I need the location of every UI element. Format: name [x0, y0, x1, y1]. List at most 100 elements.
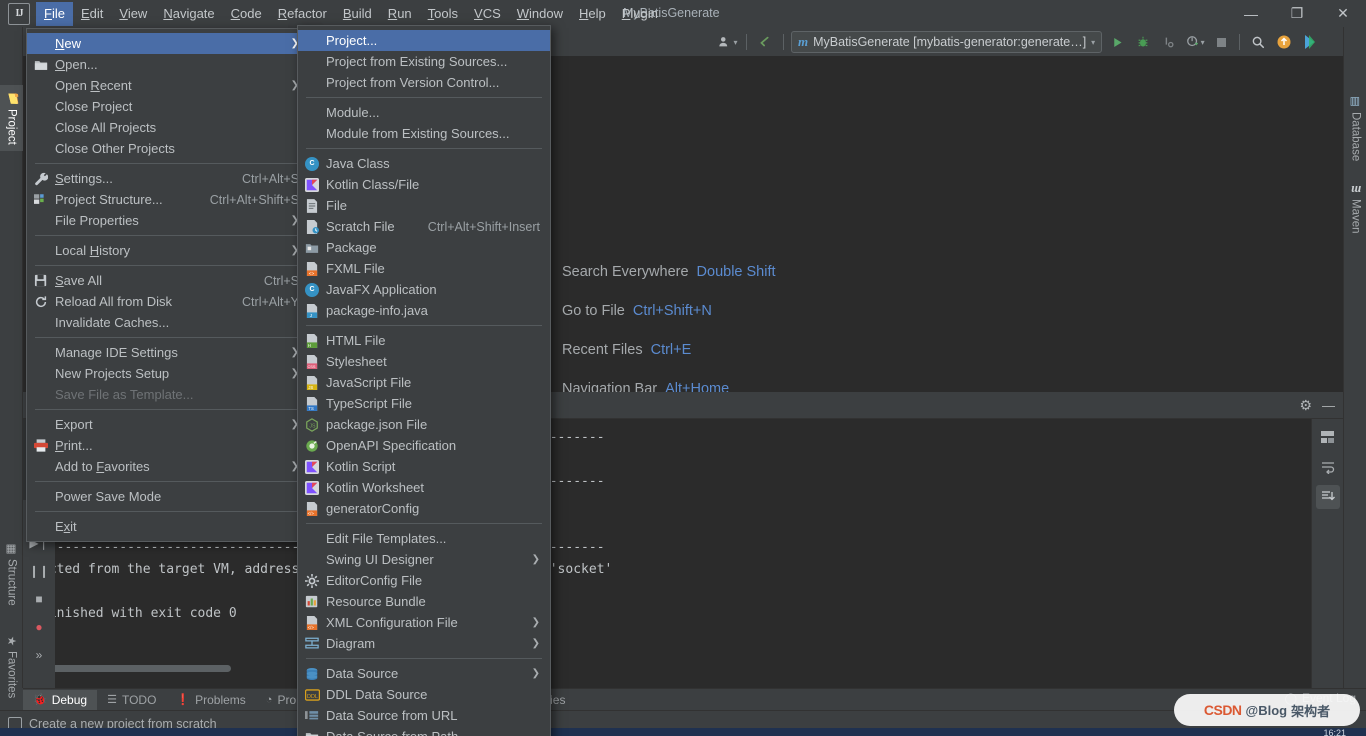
right-tool-tab-database[interactable]: ▤ Database [1344, 89, 1366, 167]
run-button[interactable] [1106, 31, 1128, 53]
new-menu-item-swing-ui-designer[interactable]: Swing UI Designer ❯ [298, 549, 550, 570]
new-submenu[interactable]: Project... Project from Existing Sources.… [297, 25, 551, 736]
new-menu-item-resource-bundle[interactable]: Resource Bundle [298, 591, 550, 612]
debug-button[interactable] [1132, 31, 1154, 53]
pause-icon[interactable]: ❙❙ [27, 558, 51, 584]
new-menu-item-kotlin-class-file[interactable]: Kotlin Class/File [298, 174, 550, 195]
new-menu-item-html-file[interactable]: H HTML File [298, 330, 550, 351]
soft-wrap-icon[interactable] [1316, 455, 1340, 479]
right-tool-tab-maven[interactable]: m Maven [1344, 179, 1366, 240]
new-menu-item-data-source[interactable]: Data Source ❯ [298, 663, 550, 684]
console-settings-icon[interactable]: ⚙ [1299, 397, 1312, 414]
new-menu-item-generator-config[interactable]: </> generatorConfig [298, 498, 550, 519]
file-menu-item-export[interactable]: Export ❯ [27, 414, 309, 435]
bottom-tab-problems[interactable]: ❗ Problems [166, 690, 255, 710]
menubar-item-file[interactable]: File [36, 1, 73, 26]
new-menu-item-file[interactable]: File [298, 195, 550, 216]
file-menu-item-settings[interactable]: Settings... Ctrl+Alt+S [27, 168, 309, 189]
run-configuration-selector[interactable]: m MyBatisGenerate [mybatis-generator:gen… [791, 31, 1103, 53]
file-menu-item-file-properties[interactable]: File Properties ❯ [27, 210, 309, 231]
menubar-item-vcs[interactable]: VCS [466, 2, 509, 26]
stop-icon[interactable]: ■ [27, 586, 51, 612]
new-menu-item-fxml-file[interactable]: <> FXML File [298, 258, 550, 279]
minimize-button[interactable]: — [1228, 0, 1274, 27]
file-menu-item-open-recent[interactable]: Open Recent ❯ [27, 75, 309, 96]
scroll-to-end-icon[interactable] [1315, 485, 1340, 509]
left-tool-tab-structure[interactable]: ▦ Structure [0, 535, 23, 612]
file-menu-item-close-other-projects[interactable]: Close Other Projects [27, 138, 309, 159]
file-menu-item-local-history[interactable]: Local History ❯ [27, 240, 309, 261]
new-menu-item-typescript-file[interactable]: TS TypeScript File [298, 393, 550, 414]
menubar-item-window[interactable]: Window [509, 2, 571, 26]
console-horizontal-scrollbar[interactable] [41, 665, 231, 672]
new-menu-item-module-from-existing-sources[interactable]: Module from Existing Sources... [298, 123, 550, 144]
file-menu-item-invalidate-caches[interactable]: Invalidate Caches... [27, 312, 309, 333]
vcs-user-icon[interactable]: ▾ [717, 31, 739, 53]
new-menu-item-package[interactable]: Package [298, 237, 550, 258]
new-menu-item-diagram[interactable]: Diagram ❯ [298, 633, 550, 654]
search-icon[interactable] [1247, 31, 1269, 53]
new-menu-item-stylesheet[interactable]: CSS Stylesheet [298, 351, 550, 372]
file-menu-item-add-to-favorites[interactable]: Add to Favorites ❯ [27, 456, 309, 477]
svg-text:CSS: CSS [307, 364, 315, 369]
menubar-item-code[interactable]: Code [223, 2, 270, 26]
new-menu-item-project-from-existing-sources[interactable]: Project from Existing Sources... [298, 51, 550, 72]
menubar-item-plugin[interactable]: Plugin [614, 2, 666, 26]
file-menu-item-reload-all-from-disk[interactable]: Reload All from Disk Ctrl+Alt+Y [27, 291, 309, 312]
new-menu-item-editorconfig-file[interactable]: EditorConfig File [298, 570, 550, 591]
new-menu-item-xml-configuration-file[interactable]: </> XML Configuration File ❯ [298, 612, 550, 633]
new-menu-item-javafx-application[interactable]: C JavaFX Application [298, 279, 550, 300]
new-menu-item-kotlin-worksheet[interactable]: Kotlin Worksheet [298, 477, 550, 498]
updates-icon[interactable] [1273, 31, 1295, 53]
file-menu-item-power-save-mode[interactable]: Power Save Mode [27, 486, 309, 507]
console-minimize-icon[interactable]: — [1322, 398, 1335, 413]
left-tool-tab-project[interactable]: 📁 Project [0, 85, 23, 151]
file-menu-item-manage-ide-settings[interactable]: Manage IDE Settings ❯ [27, 342, 309, 363]
menubar-item-run[interactable]: Run [380, 2, 420, 26]
breakpoint-icon[interactable]: ● [27, 614, 51, 640]
file-menu-item-open[interactable]: Open... [27, 54, 309, 75]
file-menu-item-close-project[interactable]: Close Project [27, 96, 309, 117]
file-menu-item-close-all-projects[interactable]: Close All Projects [27, 117, 309, 138]
file-menu-item-print[interactable]: Print... [27, 435, 309, 456]
bottom-tab-todo[interactable]: ☰ TODO [97, 690, 166, 710]
back-arrow-icon[interactable] [754, 31, 776, 53]
file-menu-item-new-projects-setup[interactable]: New Projects Setup ❯ [27, 363, 309, 384]
menubar-item-edit[interactable]: Edit [73, 2, 111, 26]
file-menu-item-exit[interactable]: Exit [27, 516, 309, 537]
new-menu-item-package-info-java[interactable]: Jpackage-info.java [298, 300, 550, 321]
maximize-button[interactable]: ❐ [1274, 0, 1320, 27]
new-menu-item-module[interactable]: Module... [298, 102, 550, 123]
file-menu-item-new[interactable]: New ❯ [27, 33, 309, 54]
new-menu-item-javascript-file[interactable]: JS JavaScript File [298, 372, 550, 393]
file-menu-item-save-all[interactable]: Save All Ctrl+S [27, 270, 309, 291]
new-menu-item-package-json-file[interactable]: JS package.json File [298, 414, 550, 435]
menubar-item-help[interactable]: Help [571, 2, 614, 26]
profile-button[interactable]: ▾ [1184, 31, 1206, 53]
menubar-item-view[interactable]: View [111, 2, 155, 26]
menubar-item-build[interactable]: Build [335, 2, 380, 26]
left-tool-tab-favorites[interactable]: ★ Favorites [0, 627, 23, 704]
idea-product-icon[interactable] [1299, 31, 1321, 53]
close-button[interactable]: ✕ [1320, 0, 1366, 27]
new-menu-item-openapi-specification[interactable]: OpenAPI Specification [298, 435, 550, 456]
more-icon[interactable]: » [27, 642, 51, 668]
new-menu-item-ddl-data-source[interactable]: DDL DDL Data Source [298, 684, 550, 705]
new-menu-item-kotlin-script[interactable]: Kotlin Script [298, 456, 550, 477]
new-menu-item-scratch-file[interactable]: Scratch File Ctrl+Alt+Shift+Insert [298, 216, 550, 237]
new-menu-item-project[interactable]: Project... [298, 30, 550, 51]
menubar-item-tools[interactable]: Tools [420, 2, 466, 26]
new-menu-item-data-source-from-url[interactable]: Data Source from URL [298, 705, 550, 726]
new-menu-item-java-class[interactable]: C Java Class [298, 153, 550, 174]
file-menu-item-project-structure[interactable]: Project Structure... Ctrl+Alt+Shift+S [27, 189, 309, 210]
file-menu[interactable]: New ❯ Open... Open Recent ❯ Close Project Clos… [26, 28, 310, 542]
bottom-tab-debug[interactable]: 🐞 Debug [23, 689, 98, 710]
menubar-item-refactor[interactable]: Refactor [270, 2, 335, 26]
coverage-button[interactable] [1158, 31, 1180, 53]
new-menu-item-data-source-from-path[interactable]: Data Source from Path [298, 726, 550, 736]
stop-button[interactable] [1210, 31, 1232, 53]
console-layout-icon[interactable] [1316, 425, 1340, 449]
menubar-item-navigate[interactable]: Navigate [155, 2, 222, 26]
new-menu-item-project-from-version-control[interactable]: Project from Version Control... [298, 72, 550, 93]
new-menu-item-edit-file-templates[interactable]: Edit File Templates... [298, 528, 550, 549]
